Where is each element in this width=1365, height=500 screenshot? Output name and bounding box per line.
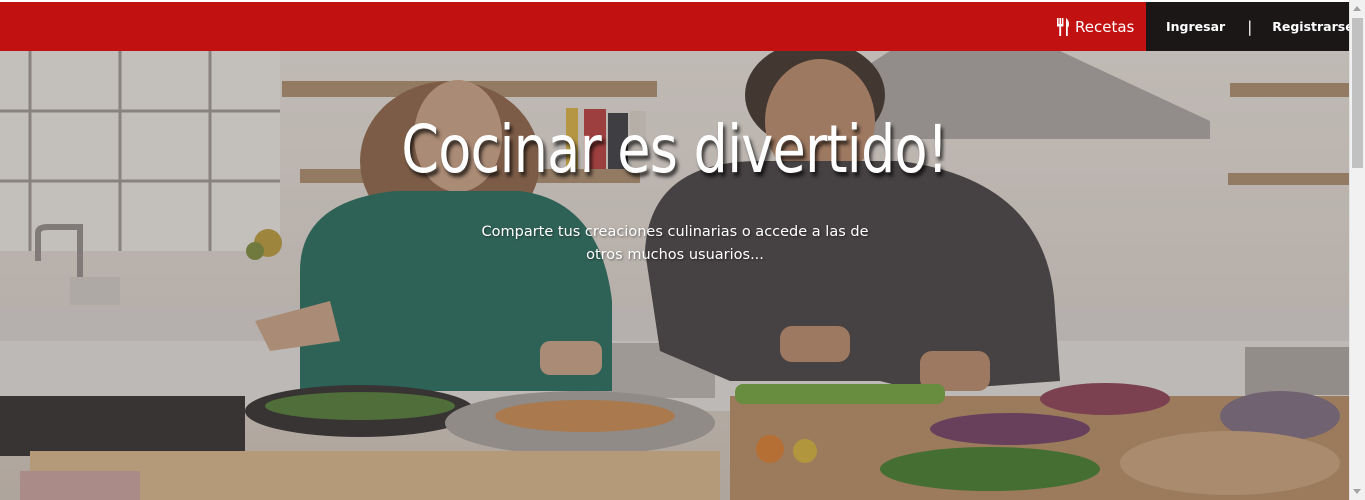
vertical-scrollbar[interactable] <box>1349 0 1365 500</box>
scroll-up-arrow-icon[interactable] <box>1353 6 1361 11</box>
nav-separator: | <box>1247 17 1253 36</box>
hero-title: Cocinar es divertido! <box>401 111 948 188</box>
recipes-link-label: Recetas <box>1075 17 1135 36</box>
hero-banner: Cocinar es divertido! Comparte tus creac… <box>0 51 1349 500</box>
login-link[interactable]: Ingresar <box>1166 19 1225 34</box>
auth-menu: Ingresar | Registrarse <box>1146 2 1354 51</box>
scroll-down-arrow-icon[interactable] <box>1353 489 1361 494</box>
top-navbar: Recetas Ingresar | Registrarse <box>0 2 1354 51</box>
fork-knife-icon <box>1057 17 1069 36</box>
scrollbar-thumb[interactable] <box>1352 18 1363 168</box>
hero-subtitle: Comparte tus creaciones culinarias o acc… <box>481 224 869 263</box>
register-link[interactable]: Registrarse <box>1272 19 1353 34</box>
recipes-link[interactable]: Recetas <box>1056 2 1134 51</box>
page: Recetas Ingresar | Registrarse Cocinar e… <box>0 0 1365 500</box>
